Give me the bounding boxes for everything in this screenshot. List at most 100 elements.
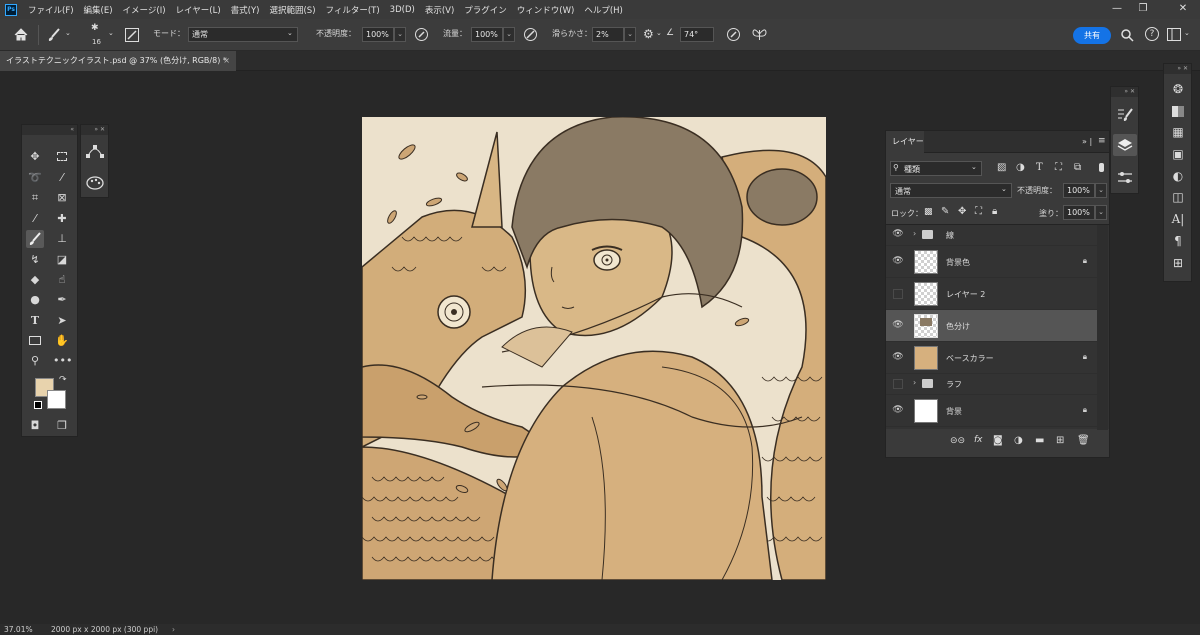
new-layer-icon[interactable]: ⊞ (1056, 435, 1064, 446)
brush-preset-icon[interactable]: ✱ (91, 23, 99, 33)
layer-row-base-color[interactable]: 👁︎ ベースカラー 🔒︎ (886, 342, 1097, 374)
brush-tool-icon[interactable] (47, 28, 61, 42)
rectangle-tool-icon[interactable] (26, 332, 44, 350)
smoothing-dropdown[interactable]: ⌄ (624, 27, 636, 42)
adjustment-layer-icon[interactable]: ◑ (1014, 435, 1023, 446)
fx-icon[interactable]: fx (974, 435, 983, 445)
menu-select[interactable]: 選択範囲(S) (264, 4, 320, 16)
share-button[interactable]: 共有 (1073, 27, 1111, 44)
menu-layer[interactable]: レイヤー(L) (171, 4, 226, 16)
eyedropper-tool-icon[interactable]: ⁄ (26, 210, 44, 228)
opacity-input[interactable]: 100% (362, 27, 394, 42)
color-icon[interactable]: ❂ (1170, 82, 1186, 96)
chevron-down-icon[interactable]: ⌄ (656, 29, 662, 37)
panel-close-icon[interactable]: » ✕ (1164, 64, 1191, 74)
paragraph-icon[interactable]: ¶ (1170, 234, 1186, 248)
lock-position-icon[interactable]: ✥ (958, 206, 966, 217)
close-window-button[interactable]: ✕ (1176, 2, 1190, 16)
home-icon[interactable] (14, 28, 28, 41)
layers-scrollbar[interactable] (1097, 225, 1108, 430)
marquee-tool-icon[interactable] (53, 148, 71, 166)
workspace-icon[interactable] (1167, 28, 1181, 41)
move-tool-icon[interactable]: ✥ (26, 148, 44, 166)
expand-chevron-icon[interactable]: › (913, 378, 916, 387)
add-mask-icon[interactable]: ◙ (993, 435, 1003, 446)
document-canvas[interactable] (362, 117, 826, 580)
collapse-panel-icon[interactable]: » | (1082, 137, 1092, 146)
menu-plugins[interactable]: プラグイン (459, 4, 512, 16)
hand-tool-icon[interactable]: ✋ (53, 332, 71, 350)
link-layers-icon[interactable]: ⊝⊝ (950, 436, 965, 446)
brush-settings-panel-icon[interactable] (125, 28, 139, 42)
filter-adjustment-icon[interactable]: ◑ (1016, 162, 1025, 173)
document-tab[interactable]: イラストテクニックイラスト.psd @ 37% (色分け, RGB/8) * × (0, 51, 236, 71)
chevron-down-icon[interactable]: ⌄ (65, 29, 71, 37)
menu-view[interactable]: 表示(V) (420, 4, 459, 16)
menu-edit[interactable]: 編集(E) (79, 4, 118, 16)
panel-collapse-icon[interactable]: « (22, 125, 77, 135)
menu-window[interactable]: ウィンドウ(W) (512, 4, 580, 16)
menu-filter[interactable]: フィルター(T) (321, 4, 385, 16)
crop-tool-icon[interactable]: ⌗ (26, 189, 44, 207)
smudge-tool-icon[interactable]: ☝ (53, 271, 71, 289)
history-brush-tool-icon[interactable]: ↯ (26, 251, 44, 269)
close-tab-icon[interactable]: × (223, 51, 230, 71)
lasso-tool-icon[interactable]: ➰ (26, 169, 44, 187)
magic-wand-tool-icon[interactable]: ⁄ (53, 169, 71, 187)
gear-icon[interactable]: ⚙ (643, 27, 654, 41)
menu-image[interactable]: イメージ(I) (118, 4, 171, 16)
chevron-down-icon[interactable]: ⌄ (1184, 29, 1190, 37)
dodge-tool-icon[interactable]: ● (26, 291, 44, 309)
layer-opacity-dropdown[interactable]: ⌄ (1095, 183, 1107, 198)
flow-dropdown[interactable]: ⌄ (503, 27, 515, 42)
libraries-icon[interactable]: ▣ (1170, 147, 1186, 161)
filter-shape-icon[interactable]: ⛶ (1055, 162, 1062, 173)
chevron-down-icon[interactable]: ⌄ (108, 29, 114, 37)
filter-smart-object-icon[interactable]: ⧉ (1074, 162, 1081, 173)
pressure-size-icon[interactable] (726, 27, 741, 42)
background-color-swatch[interactable] (47, 390, 66, 409)
adjustments-icon[interactable] (1117, 171, 1133, 185)
opacity-dropdown[interactable]: ⌄ (394, 27, 406, 42)
pen-tool-icon[interactable]: ✒ (53, 291, 71, 309)
pressure-opacity-icon[interactable] (414, 27, 429, 42)
table-grid-icon[interactable]: ⊞ (1170, 256, 1186, 270)
gradients-icon[interactable]: ◐ (1170, 169, 1186, 183)
eye-icon[interactable]: 👁︎ (892, 320, 904, 332)
visibility-toggle-off[interactable] (893, 289, 903, 299)
color-palette-icon[interactable] (86, 176, 104, 190)
help-icon[interactable]: ? (1145, 27, 1159, 41)
fill-dropdown[interactable]: ⌄ (1095, 205, 1107, 220)
zoom-level[interactable]: 37.01% (4, 624, 33, 635)
menu-help[interactable]: ヘルプ(H) (579, 4, 628, 16)
quick-mask-icon[interactable]: ◘ (26, 417, 44, 435)
layer-row-group-rough[interactable]: › ラフ (886, 374, 1097, 395)
filter-type-icon[interactable]: T (1036, 162, 1043, 173)
lock-paint-icon[interactable]: ✎ (941, 206, 949, 217)
lock-all-icon[interactable]: 🔒︎ (992, 206, 997, 217)
search-icon[interactable] (1121, 29, 1134, 42)
blend-mode-select[interactable]: 通常 ⌄ (890, 183, 1012, 198)
menu-3d[interactable]: 3D(D) (385, 5, 420, 15)
smoothing-input[interactable]: 2% (592, 27, 624, 42)
lock-artboard-icon[interactable]: ⛶ (975, 206, 982, 217)
path-selection-tool-icon[interactable]: ➤ (53, 312, 71, 330)
filter-toggle-icon[interactable] (1099, 163, 1104, 172)
default-colors-icon[interactable] (34, 401, 42, 409)
more-tools-icon[interactable]: ••• (53, 352, 72, 370)
angle-input[interactable]: 74° (680, 27, 714, 42)
mode-select[interactable]: 通常 (188, 27, 298, 42)
frame-tool-icon[interactable]: ⊠ (53, 189, 71, 207)
patterns-icon[interactable]: ◫ (1170, 190, 1186, 204)
grid-swatches-icon[interactable]: ▦ (1170, 125, 1186, 139)
swatches-icon[interactable] (1170, 104, 1186, 119)
layer-row-background-color[interactable]: 👁︎ 背景色 🔒︎ (886, 246, 1097, 278)
layer-row-layer-2[interactable]: レイヤー 2 (886, 278, 1097, 310)
fill-input[interactable]: 100% (1063, 205, 1095, 220)
expand-chevron-icon[interactable]: › (913, 229, 916, 238)
layer-row-group-line[interactable]: 👁︎ › 線 (886, 225, 1097, 246)
menu-file[interactable]: ファイル(F) (23, 4, 79, 16)
eye-icon[interactable]: 👁︎ (892, 352, 904, 364)
airbrush-icon[interactable] (523, 27, 538, 42)
healing-brush-tool-icon[interactable]: ✚ (53, 210, 71, 228)
